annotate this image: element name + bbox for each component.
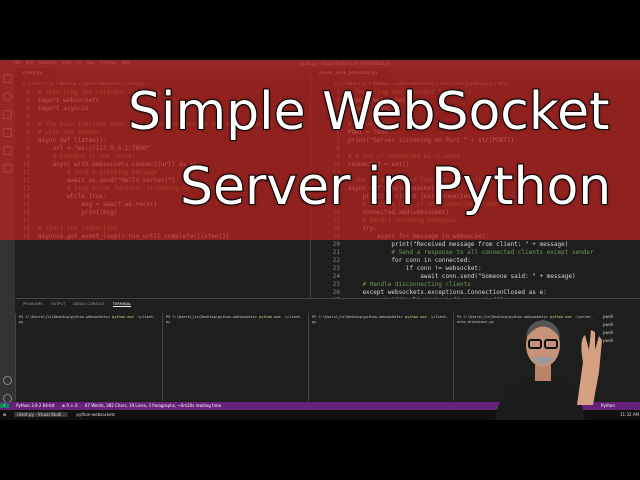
- presenter-video: [495, 320, 602, 420]
- code-text: # Send a response to all connected clien…: [348, 249, 594, 256]
- code-text: if conn != websocket:: [348, 265, 482, 272]
- clock: 11:32 AM: [620, 412, 639, 417]
- terminal-pane[interactable]: PS C:\Users\jlx\Desktop\python-websocket…: [162, 313, 307, 401]
- account-icon[interactable]: [3, 376, 12, 385]
- terminal-prompt: PS C:\Users\jlx\Desktop\python-websocket…: [19, 315, 110, 319]
- presenter-shirt: [495, 378, 585, 420]
- remote-indicator[interactable]: ⚡: [0, 403, 9, 408]
- taskbar-vscode[interactable]: client.py - Visual Studi...: [13, 412, 69, 417]
- line-number: 22: [332, 257, 340, 264]
- terminal-pane[interactable]: PS C:\Users\jlx\Desktop\python-websocket…: [15, 313, 160, 401]
- code-line: 22 for conn in connected:: [326, 257, 640, 265]
- line-number: 25: [332, 281, 340, 288]
- code-line: 25 # Handle disconnecting clients: [326, 281, 640, 289]
- terminal-command: python.exe: [405, 315, 427, 319]
- python-interpreter[interactable]: Python 3.9.2 64-bit: [16, 403, 54, 408]
- line-number: 21: [332, 249, 340, 256]
- code-text: # Handle disconnecting clients: [348, 281, 471, 288]
- line-number: 24: [332, 273, 340, 280]
- code-text: await conn.send("Someone said: " + messa…: [348, 273, 576, 280]
- terminal-command: python.exe: [112, 315, 134, 319]
- code-line: 20 print("Received message from client: …: [326, 241, 640, 249]
- code-text: except websockets.exceptions.ConnectionC…: [348, 289, 547, 296]
- terminal-command: python.exe: [259, 315, 281, 319]
- video-title-line-2: Server in Python: [179, 156, 612, 218]
- problems-count[interactable]: ⊗ 0 ⚠ 0: [62, 403, 78, 408]
- taskbar-folder[interactable]: python-websockets: [73, 412, 118, 417]
- panel-tab-terminal[interactable]: TERMINAL: [112, 302, 132, 307]
- panel-tab-output[interactable]: OUTPUT: [51, 302, 66, 306]
- line-number: 20: [332, 241, 340, 248]
- video-title-line-1: Simple WebSocket: [127, 81, 611, 143]
- presenter-hand: [577, 330, 602, 405]
- terminal-prompt: PS C:\Users\jlx\Desktop\python-websocket…: [166, 315, 257, 319]
- word-stats: 67 Words, 382 Chars, 19 Lines, 3 Paragra…: [84, 403, 222, 408]
- windows-start-icon[interactable]: ⊞: [3, 412, 6, 417]
- code-text: for conn in connected:: [348, 257, 471, 264]
- code-text: print("Received message from client: " +…: [348, 241, 569, 248]
- code-line: 26 except websockets.exceptions.Connecti…: [326, 289, 640, 297]
- line-number: 23: [332, 265, 340, 272]
- terminal-prompt: PS C:\Users\jlx\Desktop\python-websocket…: [312, 315, 403, 319]
- terminal-pane[interactable]: PS C:\Users\jlx\Desktop\python-websocket…: [308, 313, 453, 401]
- code-line: 23 if conn != websocket:: [326, 265, 640, 273]
- code-line: 21 # Send a response to all connected cl…: [326, 249, 640, 257]
- code-line: 24 await conn.send("Someone said: " + me…: [326, 273, 640, 281]
- line-number: 26: [332, 289, 340, 296]
- panel-tab-debug-console[interactable]: DEBUG CONSOLE: [73, 302, 104, 306]
- panel-tab-problems[interactable]: PROBLEMS: [23, 302, 43, 306]
